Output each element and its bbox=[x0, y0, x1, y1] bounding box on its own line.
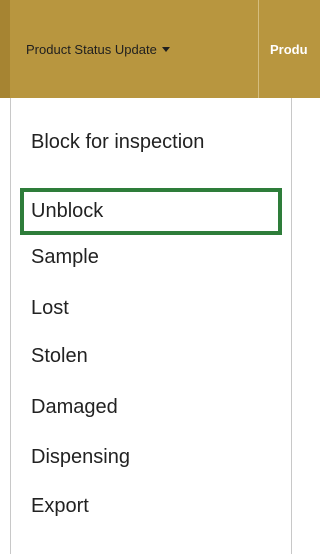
status-dropdown-menu: Block for inspection Unblock Sample Lost… bbox=[10, 98, 292, 554]
product-menu[interactable]: Produ bbox=[270, 0, 320, 98]
top-navbar: Product Status Update Produ bbox=[0, 0, 320, 98]
menu-item-block-for-inspection[interactable]: Block for inspection bbox=[31, 121, 204, 163]
menu-item-sample[interactable]: Sample bbox=[31, 236, 99, 278]
menu-item-dispensing[interactable]: Dispensing bbox=[31, 436, 130, 478]
product-status-update-label: Product Status Update bbox=[26, 41, 157, 57]
product-menu-label: Produ bbox=[270, 41, 308, 57]
menu-item-stolen[interactable]: Stolen bbox=[31, 335, 88, 377]
menu-item-lost[interactable]: Lost bbox=[31, 287, 69, 329]
menu-item-export[interactable]: Export bbox=[31, 485, 89, 527]
caret-down-icon bbox=[161, 47, 170, 52]
menu-item-unblock[interactable]: Unblock bbox=[31, 190, 103, 232]
menu-item-damaged[interactable]: Damaged bbox=[31, 386, 118, 428]
product-status-update-menu[interactable]: Product Status Update bbox=[0, 0, 258, 98]
navbar-divider bbox=[258, 0, 259, 98]
